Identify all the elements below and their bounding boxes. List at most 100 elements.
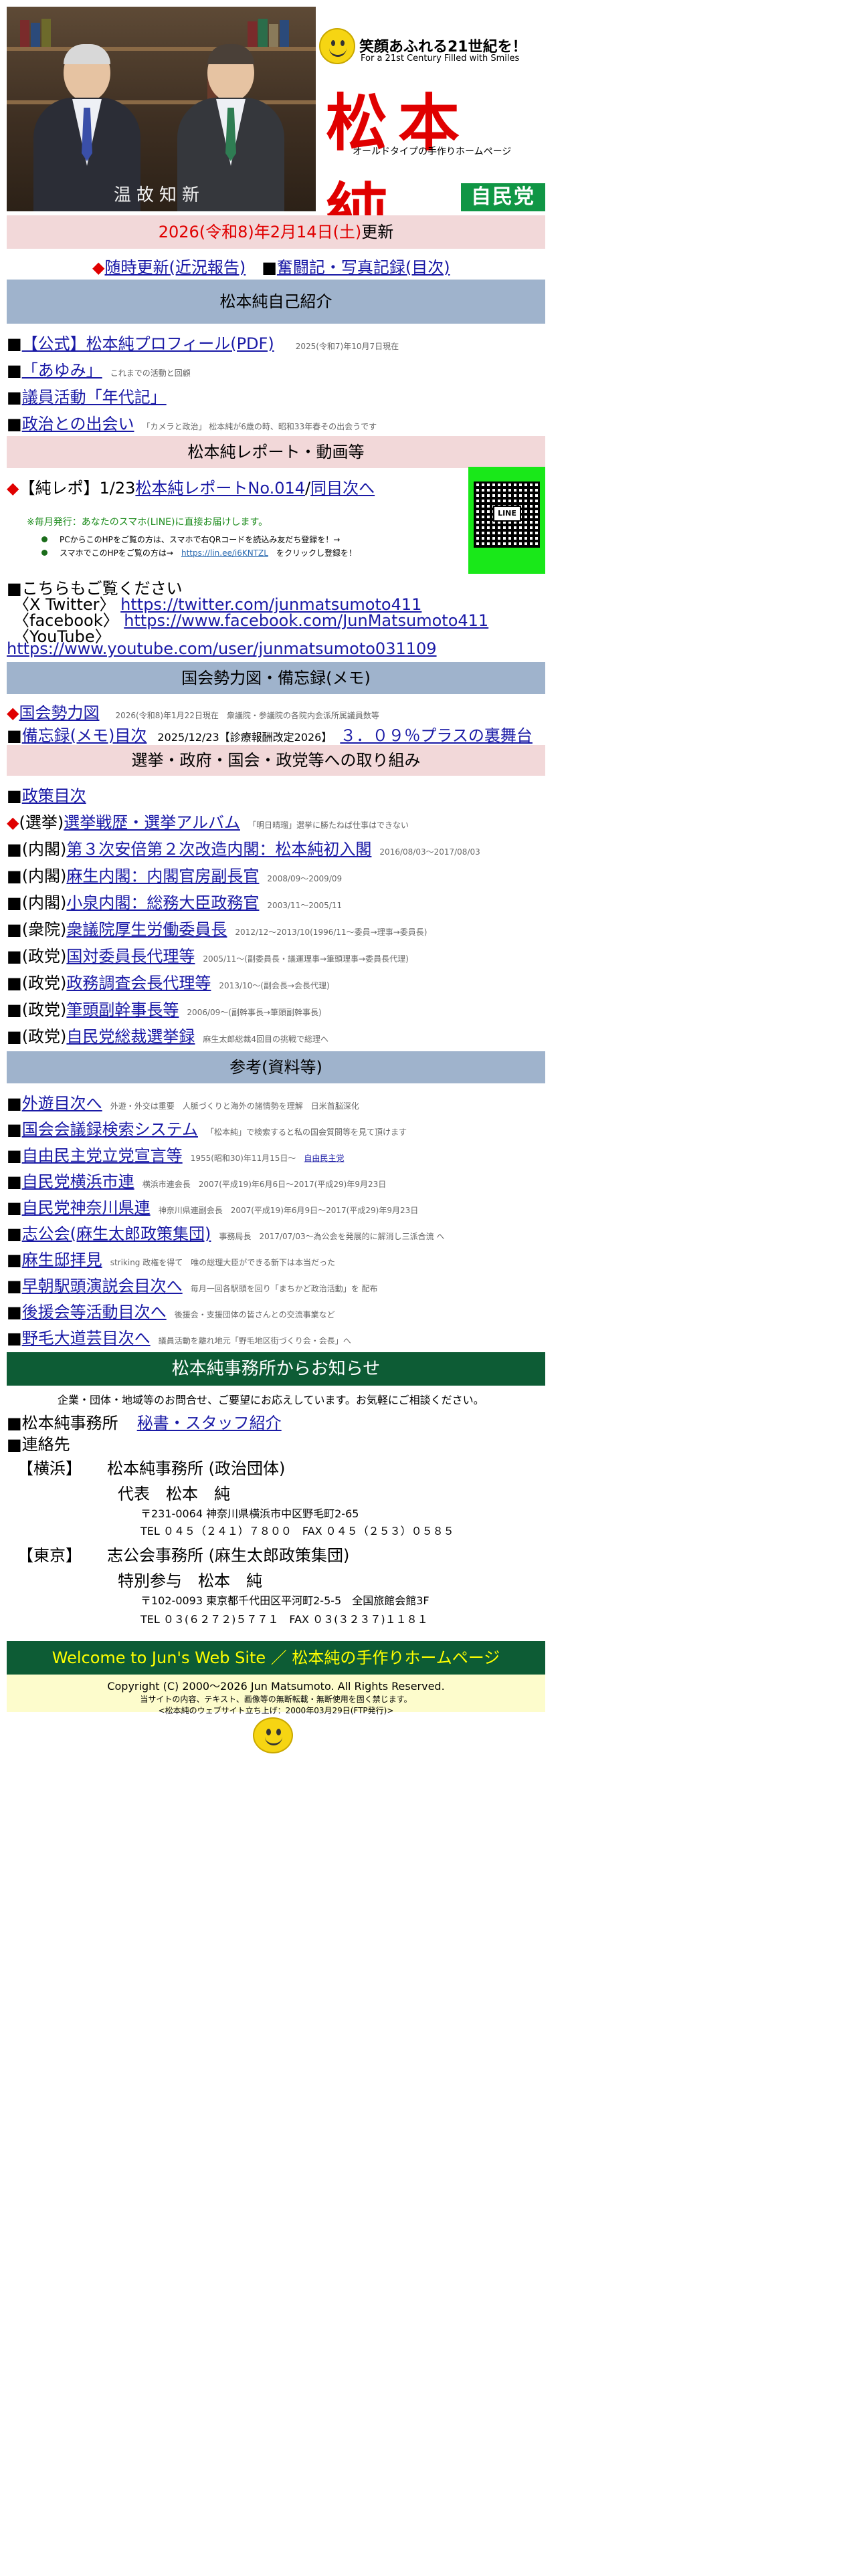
tokyo-name: 志公会事務所 (麻生太郎政策集団)	[107, 1546, 350, 1565]
report-link[interactable]: 松本純レポートNo.014	[135, 479, 305, 498]
policy-link[interactable]: 第３次安倍第２次改造内閣：松本純初入閣	[66, 840, 371, 859]
policy-link[interactable]: 衆議院厚生労働委員長	[66, 920, 227, 939]
square-icon: ■	[7, 974, 22, 992]
square-icon: ■	[7, 1277, 22, 1295]
section-election: 選挙・政府・国会・政党等への取り組み	[7, 745, 545, 776]
office-row: ■松本純事務所 秘書・スタッフ紹介	[7, 1410, 282, 1433]
memo-latest-link[interactable]: ３．０９％プラスの裏舞台	[340, 726, 533, 745]
ayumi-link[interactable]: 「あゆみ」	[22, 361, 102, 380]
square-icon: ■	[7, 1198, 22, 1217]
policy-link[interactable]: 政務調査会長代理等	[66, 974, 211, 992]
ref-extra[interactable]: 自由民主党	[304, 1154, 344, 1163]
square-icon: ■	[7, 893, 22, 912]
ref-note: 1955(昭和30)年11月15日〜	[190, 1154, 296, 1163]
report-bullet-1: PCからこのHPをご覧の方は、スマホで右QRコードを読込み友だち登録を！→	[41, 534, 340, 545]
intro-item: ■政治との出会い 「カメラと政治」 松本純が6歳の時、昭和33年春その出会うです	[7, 415, 377, 433]
ref-link[interactable]: 野毛大道芸目次へ	[22, 1329, 151, 1348]
ldp-logo[interactable]: 自民党	[461, 183, 545, 211]
profile-pdf-link[interactable]: 【公式】松本純プロフィール(PDF)	[22, 334, 274, 353]
staff-link[interactable]: 秘書・スタッフ紹介	[137, 1414, 282, 1432]
tokyo-address: 〒102-0093 東京都千代田区平河町2-5-5 全国旅館会館3F	[140, 1594, 430, 1607]
report-index-link[interactable]: 同目次へ	[310, 479, 375, 498]
ref-note: 「松本純」で検索すると私の国会質問等を見て頂けます	[205, 1128, 407, 1137]
square-icon: ■	[7, 1329, 22, 1348]
policy-item: ■(内閣)麻生内閣：内閣官房副長官 2008/09〜2009/09	[7, 863, 342, 886]
nav-records-link[interactable]: 奮闘記・写真記録(目次)	[277, 258, 450, 277]
facebook-link[interactable]: https://www.facebook.com/JunMatsumoto411	[124, 611, 488, 630]
yokohama-name: 松本純事務所 (政治団体)	[107, 1459, 286, 1478]
policy-item: ■(政党)国対委員長代理等 2005/11〜(副委員長・議運理事→筆頭理事→委員長…	[7, 943, 409, 966]
policy-category: (選挙)	[19, 813, 64, 832]
ref-link[interactable]: 自民党横浜市連	[22, 1172, 134, 1191]
square-icon: ■	[7, 1000, 22, 1019]
policy-item: ■(政党)自民党総裁選挙録 麻生太郎総裁4回目の挑戦で総理へ	[7, 1023, 328, 1047]
site-since: <松本純のウェブサイト立ち上げ：2000年03月29日(FTP発行)>	[158, 1706, 394, 1715]
report-prefix: 【純レポ】1/23	[19, 479, 136, 498]
policy-link[interactable]: 小泉内閣：総務大臣政務官	[66, 893, 259, 912]
ref-link[interactable]: 志公会(麻生太郎政策集団)	[22, 1224, 211, 1243]
calligraphy-text: 温故知新	[114, 185, 205, 205]
square-icon: ■	[7, 1251, 22, 1269]
line-qr-code[interactable]: LINE	[468, 467, 545, 574]
policy-note: 2005/11〜(副委員長・議運理事→筆頭理事→委員長代理)	[203, 954, 409, 964]
intro-item: ■【公式】松本純プロフィール(PDF) 2025(令和7)年10月7日現在	[7, 334, 399, 353]
ref-item: ■外遊目次へ 外遊・外交は重要 人脈づくりと海外の諸情勢を理解 日米首脳深化	[7, 1090, 359, 1113]
line-register-link[interactable]: https://lin.ee/i6KNTZL	[181, 548, 268, 558]
section-kokkai: 国会勢力図・備忘録(メモ)	[7, 662, 545, 694]
tokyo-tel: TEL ０３(６２７２)５７７１ FAX ０３(３２３７)１１８１	[140, 1613, 428, 1626]
policy-link[interactable]: 麻生内閣：内閣官房副長官	[66, 867, 259, 885]
kokkai-item: ■備忘録(メモ)目次 2025/12/23【診療報酬改定2026】 ３．０９％プラス…	[7, 722, 533, 746]
ref-link[interactable]: 国会会議録検索システム	[22, 1120, 198, 1139]
kokkai-power-link[interactable]: 国会勢力図	[19, 704, 99, 722]
ref-extra: 2007(平成19)年6月6日〜2017(平成29)年9月23日	[198, 1180, 387, 1189]
bullet-text: をクリックし登録を！	[276, 548, 357, 558]
policy-item: ■(衆院)衆議院厚生労働委員長 2012/12〜2013/10(1996/11〜委…	[7, 916, 427, 940]
policy-category: (政党)	[21, 1027, 67, 1046]
youtube-link[interactable]: https://www.youtube.com/user/junmatsumot…	[7, 639, 437, 658]
intro-item: ■「あゆみ」 これまでの活動と回顧	[7, 361, 191, 380]
policy-item: ◆(選挙)選挙戦歴・選挙アルバム 「明日晴瑠」選挙に勝たねば仕事はできない	[7, 809, 409, 833]
ref-note: 後援会・支援団体の皆さんとの交流事業など	[174, 1310, 335, 1319]
policy-link[interactable]: 自民党総裁選挙録	[66, 1027, 195, 1046]
policy-link[interactable]: 筆頭副幹事長等	[66, 1000, 179, 1019]
yokohama-label: 【横浜】	[17, 1459, 82, 1478]
ref-link[interactable]: 自民党神奈川県連	[22, 1198, 151, 1217]
kokkai-date: 2026(令和8)年1月22日現在	[115, 711, 219, 720]
policy-link[interactable]: 選挙戦歴・選挙アルバム	[64, 813, 240, 832]
copyright-notice: 当サイトの内容、テキスト、画像等の無断転載・無断使用を固く禁じます。	[140, 1695, 412, 1704]
ref-link[interactable]: 後援会等活動目次へ	[22, 1303, 167, 1321]
yokohama-rep: 代表 松本 純	[118, 1485, 230, 1503]
policy-note: 2003/11〜2005/11	[267, 901, 343, 910]
ref-note: 外遊・外交は重要 人脈づくりと海外の諸情勢を理解 日米首脳深化	[110, 1101, 359, 1111]
ref-note: striking 政権を得て 唯の総理大臣ができる新下は本当だった	[110, 1258, 335, 1267]
tokyo-rep: 特別参与 松本 純	[118, 1572, 262, 1590]
nav-recent-link[interactable]: 随時更新(近況報告)	[104, 258, 246, 277]
policy-note: 2013/10〜(副会長→会長代理)	[219, 981, 330, 990]
office-intro: 企業・団体・地域等のお問合せ、ご要望にお応えしています。お気軽にご相談ください。	[58, 1394, 484, 1406]
square-icon: ■	[7, 1146, 22, 1165]
line-label: LINE	[493, 506, 521, 522]
policy-note: 2016/08/03〜2017/08/03	[379, 847, 480, 857]
footer-welcome: Welcome to Jun's Web Site ／ 松本純の手作りホームペー…	[7, 1641, 545, 1675]
policy-category: (内閣)	[21, 867, 67, 885]
ref-note: 議員活動を離れ地元「野毛地区街づくり会・会長」へ	[158, 1336, 351, 1346]
bullet-text: PCからこのHPをご覧の方は、スマホで右QRコードを読込み友だち登録を！→	[60, 535, 341, 544]
policy-link[interactable]: 政策目次	[22, 786, 86, 805]
ref-link[interactable]: 自由民主党立党宣言等	[22, 1146, 183, 1165]
policy-category: (衆院)	[21, 920, 67, 939]
square-icon: ■	[7, 1120, 22, 1139]
policy-item: ■(政党)政務調査会長代理等 2013/10〜(副会長→会長代理)	[7, 970, 330, 993]
ref-item: ■自由民主党立党宣言等 1955(昭和30)年11月15日〜 自由民主党	[7, 1142, 344, 1166]
politics-meet-link[interactable]: 政治との出会い	[22, 415, 134, 433]
square-icon: ■	[7, 1172, 22, 1191]
policy-link[interactable]: 国対委員長代理等	[66, 947, 195, 966]
kokkai-item: ◆国会勢力図 2026(令和8)年1月22日現在 衆議院・参議院の各院内会派所属議員…	[7, 700, 379, 723]
memo-index-link[interactable]: 備忘録(メモ)目次	[22, 726, 147, 745]
chronicle-link[interactable]: 議員活動「年代記」	[22, 388, 167, 407]
square-icon: ■	[7, 726, 22, 745]
office-label: ■松本純事務所	[7, 1414, 118, 1432]
ref-link[interactable]: 麻生邸拝見	[22, 1251, 102, 1269]
ref-link[interactable]: 外遊目次へ	[22, 1094, 102, 1113]
header: 温故知新 笑顔あふれる21世紀を！ For a 21st Century Fil…	[7, 7, 545, 248]
ref-link[interactable]: 早朝駅頭演説会目次へ	[22, 1277, 183, 1295]
